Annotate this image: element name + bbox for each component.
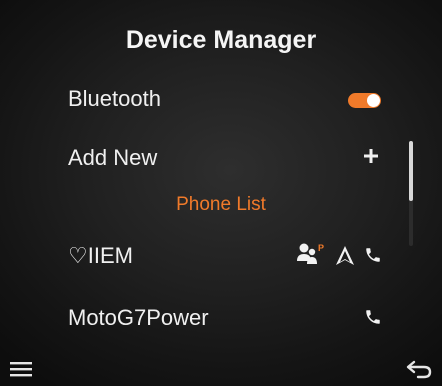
bluetooth-toggle[interactable] bbox=[348, 93, 381, 108]
scrollbar-thumb[interactable] bbox=[409, 141, 413, 201]
svg-text:P: P bbox=[318, 243, 324, 253]
device-row[interactable]: MotoG7Power bbox=[0, 291, 442, 345]
bluetooth-row[interactable]: Bluetooth bbox=[0, 72, 442, 126]
device-name: ♡IIEM bbox=[68, 243, 133, 268]
plus-icon[interactable] bbox=[360, 144, 382, 168]
menu-icon[interactable] bbox=[10, 361, 32, 377]
add-new-row[interactable]: Add New bbox=[0, 131, 442, 185]
back-icon[interactable] bbox=[406, 359, 432, 379]
toggle-knob bbox=[367, 94, 380, 107]
contacts-icon: P bbox=[297, 243, 324, 264]
add-new-label: Add New bbox=[68, 145, 158, 170]
phone-icon bbox=[366, 310, 380, 324]
device-name: MotoG7Power bbox=[68, 305, 209, 330]
page-title: Device Manager bbox=[125, 26, 317, 54]
device-row[interactable]: ♡IIEM P bbox=[0, 229, 442, 283]
device-manager-screen: Device Manager Bluetooth Add New Phone L… bbox=[0, 0, 442, 386]
phone-list-header: Phone List bbox=[176, 194, 266, 215]
bluetooth-label: Bluetooth bbox=[68, 86, 161, 111]
scrollbar[interactable] bbox=[409, 141, 413, 246]
phone-icon bbox=[366, 248, 380, 262]
navigation-icon bbox=[336, 246, 354, 265]
